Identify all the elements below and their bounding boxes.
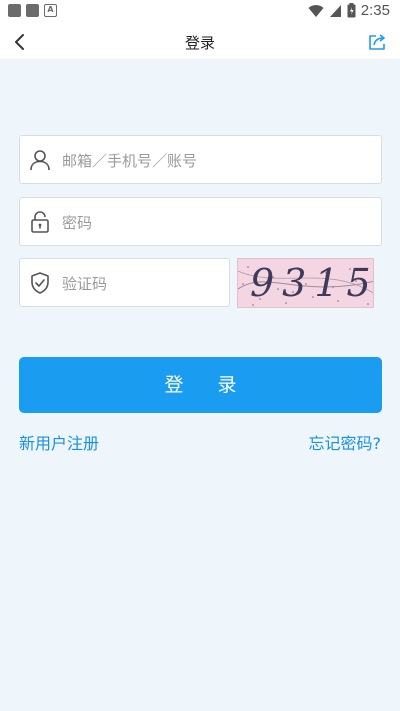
password-input[interactable]: 密码 [62,212,92,233]
signal-icon [329,4,341,17]
page-title: 登录 [184,34,215,52]
captcha-code: 9315 [250,261,374,305]
notification-a-icon: A [44,4,57,17]
wifi-icon [308,4,324,17]
status-bar: A 2:35 [0,0,400,24]
status-time: 2:35 [360,2,390,19]
forgot-password-link[interactable]: 忘记密码? [309,430,382,454]
title-bar: 登录 [0,24,400,60]
lock-icon [31,211,49,233]
notification-square-icon [8,4,21,17]
captcha-image[interactable]: 9315 [237,258,374,308]
account-field[interactable]: 邮箱／手机号／账号 [19,135,382,184]
login-button[interactable]: 登 录 [19,357,382,413]
password-field[interactable]: 密码 [19,197,382,246]
captcha-field[interactable]: 验证码 [19,258,230,307]
status-system: 2:35 [308,2,390,19]
shield-check-icon [31,272,49,294]
status-notifications: A [8,4,57,17]
account-input[interactable]: 邮箱／手机号／账号 [62,150,197,171]
user-icon [30,150,50,171]
share-button[interactable] [364,28,392,56]
share-icon [369,34,385,50]
register-link[interactable]: 新用户注册 [19,430,99,454]
battery-icon [347,3,356,18]
notification-square-icon [26,4,39,17]
login-content: 邮箱／手机号／账号 密码 验证码 9315 登 录 新用户注册 忘记密码? [0,60,400,711]
captcha-input[interactable]: 验证码 [62,273,107,294]
